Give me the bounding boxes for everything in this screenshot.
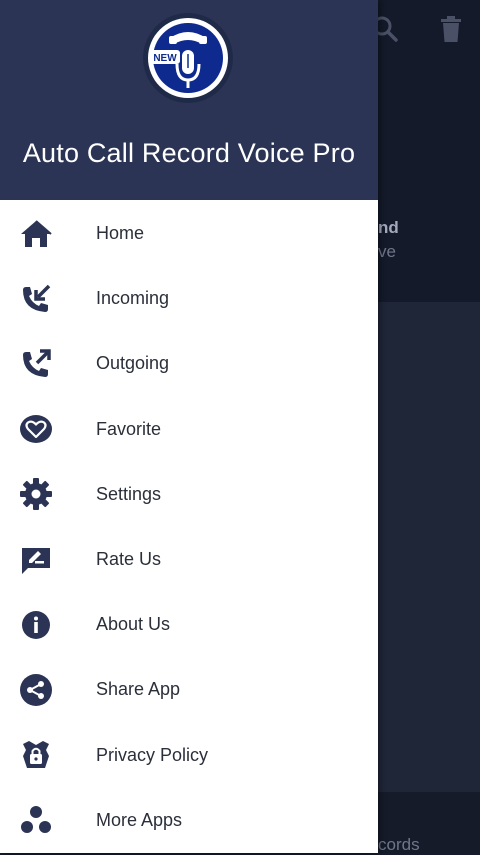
app-title: Auto Call Record Voice Pro [22,138,356,168]
more-apps-icon [18,802,54,838]
menu-item-label: More Apps [96,809,183,830]
menu-item-outgoing[interactable]: Outgoing [0,331,378,396]
incoming-call-icon [18,281,54,317]
rate-icon [18,542,54,578]
trash-icon[interactable] [436,14,466,44]
menu-item-label: Home [96,223,145,244]
info-icon [18,607,54,643]
app-logo-icon: NEW [142,12,234,104]
heart-icon [18,411,54,447]
menu-item-rate-us[interactable]: Rate Us [0,527,378,592]
drawer-menu: Home Incoming Outgoing Favorite Settings… [0,201,378,853]
menu-item-label: Settings [96,483,162,504]
menu-item-share-app[interactable]: Share App [0,657,378,722]
background-partial-text: cords [378,835,420,854]
outgoing-call-icon [18,346,54,382]
shield-lock-icon [18,737,54,773]
menu-item-privacy-policy[interactable]: Privacy Policy [0,723,378,788]
menu-item-incoming[interactable]: Incoming [0,266,378,331]
menu-item-label: Share App [96,679,181,700]
drawer-header: NEW Auto Call Record Voice Pro [0,0,378,200]
home-icon [18,216,54,252]
menu-item-more-apps[interactable]: More Apps [0,788,378,853]
menu-item-label: Outgoing [96,353,170,374]
menu-item-label: Incoming [96,288,170,309]
background-partial-text: nd [378,218,399,237]
menu-item-home[interactable]: Home [0,201,378,266]
menu-item-about-us[interactable]: About Us [0,592,378,657]
navigation-drawer: NEW Auto Call Record Voice Pro Home Inco… [0,0,378,853]
logo-badge-text: NEW [153,53,177,64]
menu-item-label: Privacy Policy [96,744,209,765]
menu-item-label: Favorite [96,418,162,439]
gear-icon [18,476,54,512]
share-icon [18,672,54,708]
menu-item-favorite[interactable]: Favorite [0,397,378,462]
background-partial-text: ve [378,242,396,261]
menu-item-settings[interactable]: Settings [0,462,378,527]
menu-item-label: Rate Us [96,549,162,570]
menu-item-label: About Us [96,614,171,635]
